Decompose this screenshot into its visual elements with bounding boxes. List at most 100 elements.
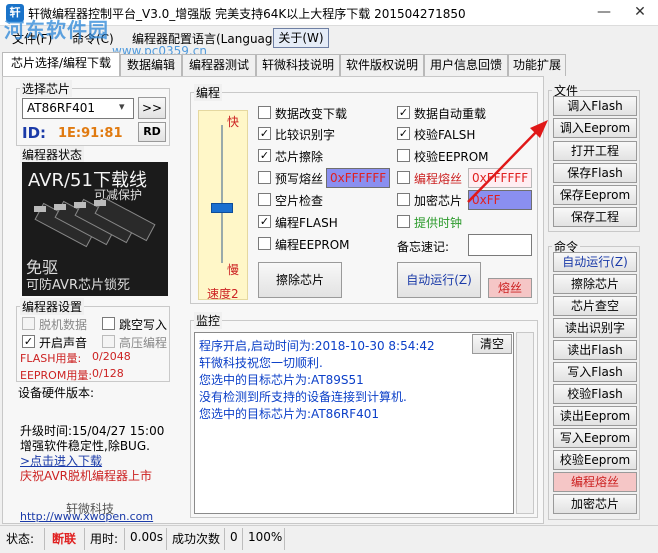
cmd-verify-flash-button[interactable]: 校验Flash xyxy=(553,384,637,404)
tab-company-info[interactable]: 轩微科技说明 xyxy=(256,54,340,76)
program-eeprom-label: 编程EEPROM xyxy=(275,238,350,252)
success-label: 成功次数 xyxy=(172,532,221,546)
eeprom-usage-label: EEPROM用量: xyxy=(20,369,93,382)
cmd-read-flash-button[interactable]: 读出Flash xyxy=(553,340,637,360)
save-eeprom-button[interactable]: 保存Eeprom xyxy=(553,185,637,205)
open-project-button[interactable]: 打开工程 xyxy=(553,141,637,161)
next-chip-button[interactable]: >> xyxy=(138,97,166,119)
chip-select[interactable]: AT86RF401 ▾ xyxy=(22,98,134,119)
monitor-log[interactable]: 程序开启,启动时间为:2018-10-30 8:54:42 轩微科技祝您一切顺利… xyxy=(194,332,514,514)
minimize-button[interactable]: — xyxy=(588,0,620,26)
sound-label: 开启声音 xyxy=(39,336,88,350)
fuse-button[interactable]: 熔丝 xyxy=(488,278,532,298)
cmd-program-fuse-button[interactable]: 编程熔丝 xyxy=(553,472,637,492)
speed-slider-thumb[interactable] xyxy=(211,203,233,213)
connection-state: 断联 xyxy=(52,532,77,546)
status-divider xyxy=(166,528,167,550)
provide-clock-checkbox[interactable] xyxy=(397,215,410,228)
log-line: 您选中的目标芯片为:AT86RF401 xyxy=(199,407,380,421)
offline-data-label: 脱机数据 xyxy=(39,318,88,332)
tab-programmer-test[interactable]: 编程器测试 xyxy=(182,54,256,76)
cmd-read-signature-button[interactable]: 读出识别字 xyxy=(553,318,637,338)
program-flash-label: 编程FLASH xyxy=(275,216,338,230)
tab-bar: 芯片选择/编程下载 数据编辑 编程器测试 轩微科技说明 软件版权说明 用户信息回… xyxy=(0,52,658,76)
status-divider xyxy=(242,528,243,550)
id-label: ID: xyxy=(22,124,47,142)
time-label: 用时: xyxy=(90,532,119,546)
program-eeprom-checkbox[interactable] xyxy=(258,237,271,250)
log-line: 您选中的目标芯片为:AT89S51 xyxy=(199,373,364,387)
status-divider xyxy=(44,528,45,550)
program-fuse-checkbox[interactable] xyxy=(397,171,410,184)
status-divider xyxy=(284,528,285,550)
image-caption-bottom: 可防AVR芯片锁死 xyxy=(26,278,130,293)
annotation-arrow-icon xyxy=(467,120,548,203)
cmd-blank-check-button[interactable]: 芯片查空 xyxy=(553,296,637,316)
read-id-button[interactable]: RD xyxy=(138,122,166,142)
erase-chip-button[interactable]: 擦除芯片 xyxy=(258,262,342,298)
clear-log-button[interactable]: 清空 xyxy=(472,334,512,354)
load-flash-button[interactable]: 调入Flash xyxy=(553,96,637,116)
tab-extensions[interactable]: 功能扩展 xyxy=(508,54,566,76)
high-voltage-label: 高压编程 xyxy=(119,336,168,350)
verify-flash-checkbox[interactable]: ✓ xyxy=(397,127,410,140)
encrypt-chip-label: 加密芯片 xyxy=(414,194,463,208)
chevron-down-icon: ▾ xyxy=(119,100,125,113)
provide-clock-label: 提供时钟 xyxy=(414,216,463,230)
celebrate-text: 庆祝AVR脱机编程器上市 xyxy=(20,469,152,483)
monitor-group-label: 监控 xyxy=(194,312,223,329)
program-flash-checkbox[interactable]: ✓ xyxy=(258,215,271,228)
speed-value: 速度2 xyxy=(207,287,239,301)
tab-data-edit[interactable]: 数据编辑 xyxy=(120,54,182,76)
cmd-auto-run-button[interactable]: 自动运行(Z) xyxy=(553,252,637,272)
sound-checkbox[interactable]: ✓ xyxy=(22,335,35,348)
progress-percent: 100% xyxy=(248,530,283,544)
company-url[interactable]: http://www.xwopen.com xyxy=(20,510,153,523)
cmd-encrypt-button[interactable]: 加密芯片 xyxy=(553,494,637,514)
cmd-erase-button[interactable]: 擦除芯片 xyxy=(553,274,637,294)
compare-signature-checkbox[interactable]: ✓ xyxy=(258,127,271,140)
close-button[interactable]: ✕ xyxy=(624,0,656,26)
auto-run-button[interactable]: 自动运行(Z) xyxy=(397,262,481,298)
offline-data-checkbox[interactable] xyxy=(22,317,35,330)
chip-select-value: AT86RF401 xyxy=(27,101,96,115)
high-voltage-checkbox[interactable] xyxy=(102,335,115,348)
cmd-write-flash-button[interactable]: 写入Flash xyxy=(553,362,637,382)
success-count: 0 xyxy=(230,530,238,544)
auto-reload-checkbox[interactable]: ✓ xyxy=(397,106,410,119)
skip-empty-label: 跳空写入 xyxy=(119,318,168,332)
tab-chip-select[interactable]: 芯片选择/编程下载 xyxy=(2,52,120,76)
skip-empty-checkbox[interactable] xyxy=(102,317,115,330)
prewrite-fuse-value[interactable]: 0xFFFFFF xyxy=(326,168,390,188)
log-scrollbar[interactable] xyxy=(516,332,534,514)
memo-input[interactable] xyxy=(468,234,532,256)
eeprom-usage-value: 0/128 xyxy=(92,367,124,380)
save-flash-button[interactable]: 保存Flash xyxy=(553,163,637,183)
settings-group-label: 编程器设置 xyxy=(20,298,85,315)
hw-version-label: 设备硬件版本: xyxy=(18,386,95,400)
status-divider xyxy=(224,528,225,550)
encrypt-chip-checkbox[interactable] xyxy=(397,193,410,206)
tab-feedback[interactable]: 用户信息回馈 xyxy=(424,54,508,76)
time-value: 0.00s xyxy=(130,530,163,544)
blank-check-checkbox[interactable] xyxy=(258,193,271,206)
program-fuse-label: 编程熔丝 xyxy=(414,172,463,186)
menu-about[interactable]: 关于(W) xyxy=(273,28,329,48)
cmd-read-eeprom-button[interactable]: 读出Eeprom xyxy=(553,406,637,426)
status-group-label: 编程器状态 xyxy=(20,146,85,163)
tab-copyright[interactable]: 软件版权说明 xyxy=(340,54,424,76)
verify-eeprom-checkbox[interactable] xyxy=(397,149,410,162)
chip-group-label: 选择芯片 xyxy=(20,80,73,97)
watermark-site: 河东软件园 xyxy=(4,18,109,42)
reload-on-change-checkbox[interactable] xyxy=(258,106,271,119)
cmd-write-eeprom-button[interactable]: 写入Eeprom xyxy=(553,428,637,448)
chip-erase-checkbox[interactable]: ✓ xyxy=(258,149,271,162)
load-eeprom-button[interactable]: 调入Eeprom xyxy=(553,118,637,138)
save-project-button[interactable]: 保存工程 xyxy=(553,207,637,227)
compare-signature-label: 比较识别字 xyxy=(275,128,336,142)
cmd-verify-eeprom-button[interactable]: 校验Eeprom xyxy=(553,450,637,470)
program-group-label: 编程 xyxy=(194,84,223,101)
chip-erase-label: 芯片擦除 xyxy=(275,150,324,164)
prewrite-fuse-checkbox[interactable] xyxy=(258,171,271,184)
speed-slider-track xyxy=(221,125,223,263)
